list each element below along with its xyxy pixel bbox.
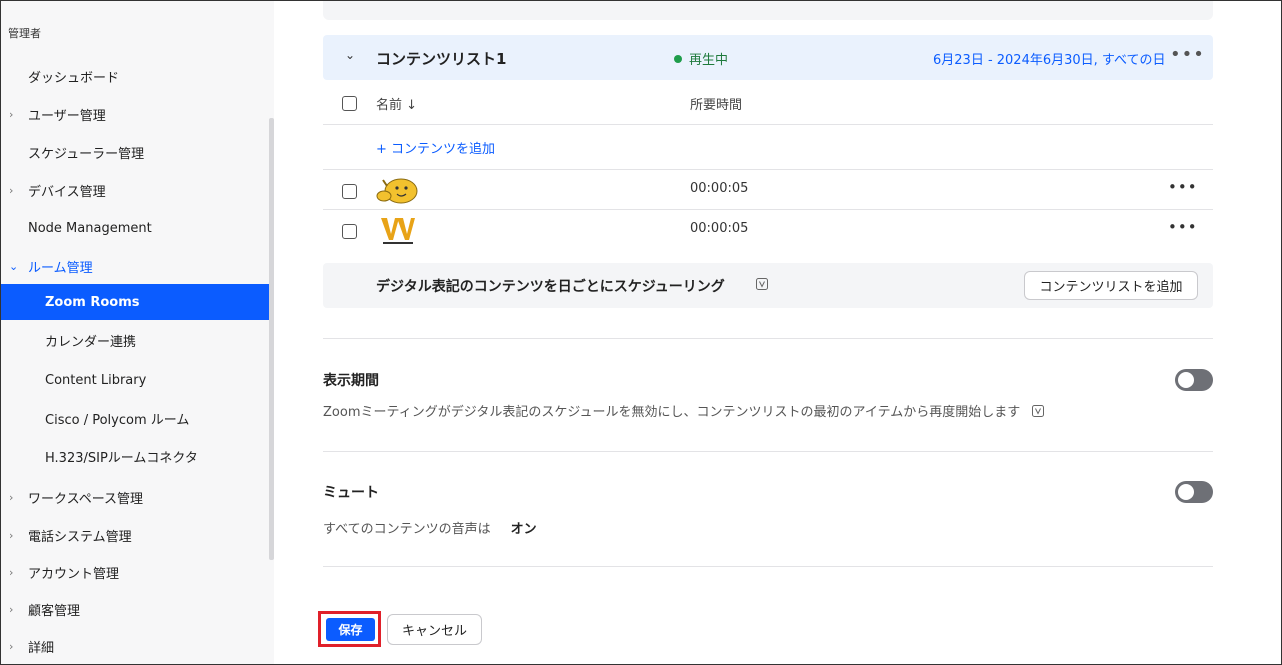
info-icon[interactable] bbox=[1032, 404, 1045, 417]
info-icon[interactable] bbox=[756, 278, 768, 290]
sidebar-item-room-management[interactable]: ⌄ ルーム管理 bbox=[0, 248, 269, 284]
column-header-duration: 所要時間 bbox=[690, 98, 743, 113]
sidebar-item-phone-system[interactable]: › 電話システム管理 bbox=[0, 517, 269, 553]
more-options-icon[interactable]: ••• bbox=[1168, 218, 1198, 236]
sidebar-item-account-management[interactable]: › アカウント管理 bbox=[0, 554, 269, 590]
mute-value: オン bbox=[510, 522, 537, 537]
display-period-toggle[interactable] bbox=[1175, 369, 1213, 391]
row-duration: 00:00:05 bbox=[690, 181, 749, 196]
sidebar-item-node-management[interactable]: Node Management bbox=[0, 210, 269, 246]
sidebar-item-label: Content Library bbox=[45, 372, 147, 388]
sidebar-item-label: Cisco / Polycom ルーム bbox=[45, 412, 190, 428]
schedule-bar: デジタル表記のコンテンツを日ごとにスケジューリング コンテンツリストを追加 bbox=[323, 263, 1213, 308]
date-range-link[interactable]: 6月23日 - 2024年6月30日, すべての日 bbox=[933, 49, 1166, 68]
sidebar-item-label: 詳細 bbox=[28, 640, 55, 656]
sidebar-item-dashboard[interactable]: ダッシュボード bbox=[0, 58, 269, 94]
mute-description: すべてのコンテンツの音声は オン bbox=[323, 518, 537, 537]
row-checkbox[interactable] bbox=[342, 184, 357, 199]
status-dot-icon bbox=[674, 54, 682, 63]
add-content-row: + コンテンツを追加 bbox=[323, 125, 1213, 170]
sidebar-item-calendar-integration[interactable]: カレンダー連携 bbox=[0, 322, 269, 358]
cancel-button[interactable]: キャンセル bbox=[387, 614, 482, 645]
content-list-title: コンテンツリスト1 bbox=[376, 50, 507, 68]
select-all-checkbox[interactable] bbox=[342, 96, 357, 111]
chevron-right-icon: › bbox=[9, 528, 14, 542]
sidebar-item-h323-sip[interactable]: H.323/SIPルームコネクタ bbox=[0, 438, 269, 474]
sidebar-item-label: ルーム管理 bbox=[28, 260, 93, 276]
display-period-description: Zoomミーティングがデジタル表記のスケジュールを無効にし、コンテンツリストの最… bbox=[323, 401, 1045, 420]
table-row: 00:00:05 ••• bbox=[323, 170, 1213, 210]
divider bbox=[323, 566, 1213, 567]
mute-toggle[interactable] bbox=[1175, 481, 1213, 503]
content-thumbnail-character bbox=[375, 174, 421, 206]
sidebar-item-cisco-polycom[interactable]: Cisco / Polycom ルーム bbox=[0, 400, 269, 436]
sidebar-item-label: ワークスペース管理 bbox=[28, 491, 144, 507]
sidebar-item-label: デバイス管理 bbox=[28, 184, 106, 200]
sidebar-item-label: カレンダー連携 bbox=[45, 334, 137, 350]
sidebar-item-label: ダッシュボード bbox=[28, 70, 120, 86]
sidebar-item-label: ユーザー管理 bbox=[28, 108, 106, 124]
sidebar: 管理者 ダッシュボード › ユーザー管理 スケジューラー管理 › デバイス管理 … bbox=[0, 0, 274, 665]
chevron-right-icon: › bbox=[9, 490, 14, 504]
sidebar-item-content-library[interactable]: Content Library bbox=[0, 362, 269, 398]
more-options-icon[interactable]: ••• bbox=[1168, 178, 1198, 196]
sidebar-item-label: H.323/SIPルームコネクタ bbox=[45, 450, 198, 466]
sidebar-item-scheduler-management[interactable]: スケジューラー管理 bbox=[0, 134, 269, 170]
sidebar-item-label: アカウント管理 bbox=[28, 566, 120, 582]
divider bbox=[323, 451, 1213, 452]
chevron-right-icon: › bbox=[9, 107, 14, 121]
content-thumbnail-logo bbox=[375, 214, 421, 246]
add-content-link[interactable]: + コンテンツを追加 bbox=[376, 138, 495, 157]
sidebar-item-label: 顧客管理 bbox=[28, 603, 81, 619]
chevron-right-icon: › bbox=[9, 639, 14, 653]
column-header-name[interactable]: 名前 ↓ bbox=[376, 94, 417, 113]
sidebar-item-user-management[interactable]: › ユーザー管理 bbox=[0, 96, 269, 132]
chevron-right-icon: › bbox=[9, 602, 14, 616]
chevron-right-icon: › bbox=[9, 565, 14, 579]
sidebar-item-label: Zoom Rooms bbox=[45, 294, 140, 310]
row-duration: 00:00:05 bbox=[690, 221, 749, 236]
display-period-description-text: Zoomミーティングがデジタル表記のスケジュールを無効にし、コンテンツリストの最… bbox=[323, 405, 1021, 420]
sidebar-item-device-management[interactable]: › デバイス管理 bbox=[0, 172, 269, 208]
more-options-icon[interactable]: ••• bbox=[1170, 44, 1205, 65]
mute-description-text: すべてのコンテンツの音声は bbox=[323, 522, 491, 537]
sidebar-item-workspace-management[interactable]: › ワークスペース管理 bbox=[0, 479, 269, 515]
sidebar-item-label: スケジューラー管理 bbox=[28, 146, 145, 162]
sidebar-item-label: Node Management bbox=[28, 220, 152, 236]
chevron-down-icon[interactable]: ⌄ bbox=[345, 48, 355, 62]
sidebar-item-zoom-rooms[interactable]: Zoom Rooms bbox=[0, 284, 269, 320]
schedule-text: デジタル表記のコンテンツを日ごとにスケジューリング bbox=[376, 279, 725, 295]
mute-title: ミュート bbox=[323, 485, 379, 501]
status-badge: 再生中 bbox=[674, 49, 728, 68]
sidebar-item-label: 電話システム管理 bbox=[28, 529, 132, 545]
table-header: 名前 ↓ 所要時間 bbox=[323, 80, 1213, 125]
chevron-right-icon: › bbox=[9, 183, 14, 197]
divider bbox=[323, 338, 1213, 339]
chevron-down-icon: ⌄ bbox=[9, 259, 19, 273]
sidebar-item-advanced[interactable]: › 詳細 bbox=[0, 628, 269, 664]
main-content: ⌄ コンテンツリスト1 再生中 6月23日 - 2024年6月30日, すべての… bbox=[274, 0, 1282, 665]
table-row: 00:00:05 ••• bbox=[323, 210, 1213, 250]
display-period-title: 表示期間 bbox=[323, 373, 379, 389]
save-button[interactable]: 保存 bbox=[326, 618, 375, 641]
add-content-list-button[interactable]: コンテンツリストを追加 bbox=[1024, 271, 1198, 300]
row-checkbox[interactable] bbox=[342, 224, 357, 239]
status-text: 再生中 bbox=[689, 53, 729, 68]
sidebar-header: 管理者 bbox=[8, 27, 41, 40]
sidebar-item-customer-management[interactable]: › 顧客管理 bbox=[0, 591, 269, 627]
content-list-header[interactable]: ⌄ コンテンツリスト1 再生中 6月23日 - 2024年6月30日, すべての… bbox=[323, 35, 1213, 80]
previous-content-list-card bbox=[323, 0, 1213, 20]
